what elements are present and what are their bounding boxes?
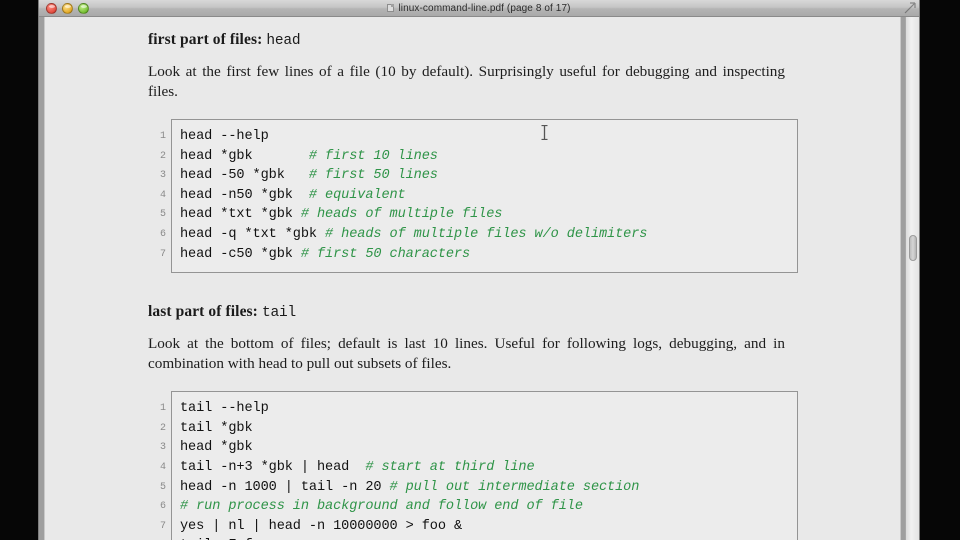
vertical-scrollbar[interactable] (905, 17, 919, 540)
section-tail: last part of files: tail Look at the bot… (148, 303, 798, 540)
line-number: 3 (159, 442, 166, 454)
code-line: head *gbk # first 10 lines (180, 148, 438, 164)
section-heading: first part of files: head (148, 31, 798, 49)
code-line: yes | nl | head -n 10000000 > foo & (180, 518, 463, 534)
maximize-button[interactable] (78, 3, 89, 14)
window-title-area: linux-command-line.pdf (page 8 of 17) (39, 3, 919, 14)
line-number: 6 (159, 228, 166, 240)
document-viewport[interactable]: first part of files: head Look at the fi… (39, 17, 919, 540)
code-line: head -50 *gbk # first 50 lines (180, 168, 438, 184)
line-number: 7 (159, 520, 166, 532)
section-heading-title: last part of files: (148, 303, 258, 321)
i-beam-text-cursor (541, 125, 548, 140)
code-content[interactable]: tail --help tail *gbk head *gbk tail -n+… (171, 391, 798, 540)
minimize-button[interactable] (62, 3, 73, 14)
line-number: 4 (159, 189, 166, 201)
code-line: tail --help (180, 401, 269, 417)
section-head: first part of files: head Look at the fi… (148, 31, 798, 274)
close-button[interactable] (46, 3, 57, 14)
line-number: 4 (159, 461, 166, 473)
code-comment: # run process in background and follow e… (180, 499, 583, 515)
line-number: 6 (159, 501, 166, 513)
page-content: first part of files: head Look at the fi… (148, 31, 798, 540)
pdf-viewer-window: linux-command-line.pdf (page 8 of 17) fi… (38, 0, 920, 540)
line-number: 1 (159, 403, 166, 415)
section-heading-command: tail (261, 305, 296, 322)
code-comment: # equivalent (308, 187, 406, 203)
window-title: linux-command-line.pdf (page 8 of 17) (398, 2, 571, 14)
code-line: head --help (180, 129, 269, 144)
scrollbar-thumb[interactable] (909, 235, 917, 261)
line-number: 3 (159, 170, 166, 182)
window-controls (46, 3, 89, 14)
code-block-head: 1 2 3 4 5 6 7 head --help head *gbk # fi… (148, 119, 798, 274)
line-number: 7 (159, 248, 166, 260)
code-comment: # start at third line (365, 459, 535, 475)
line-number: 5 (159, 481, 166, 493)
code-line: head *gbk (180, 440, 253, 456)
code-comment: # pull out intermediate section (389, 479, 640, 495)
code-line: head -q *txt *gbk # heads of multiple fi… (180, 226, 648, 242)
pdf-page: first part of files: head Look at the fi… (44, 17, 901, 540)
screen: linux-command-line.pdf (page 8 of 17) fi… (0, 0, 960, 540)
section-heading-command: head (266, 33, 301, 49)
code-line: tail *gbk (180, 420, 253, 436)
code-line: head *txt *gbk # heads of multiple files (180, 207, 503, 223)
section-paragraph: Look at the first few lines of a file (1… (148, 63, 785, 100)
section-paragraph: Look at the bottom of files; default is … (148, 335, 785, 373)
window-titlebar[interactable]: linux-command-line.pdf (page 8 of 17) (39, 0, 919, 17)
section-heading: last part of files: tail (148, 303, 798, 321)
code-line: head -n50 *gbk # equivalent (180, 187, 406, 203)
code-line: head -n 1000 | tail -n 20 # pull out int… (180, 479, 640, 495)
code-line: head -c50 *gbk # first 50 characters (180, 246, 471, 262)
code-line: tail -F foo (180, 536, 789, 540)
code-comment: # heads of multiple files w/o delimiters (325, 226, 648, 242)
code-comment: # heads of multiple files (300, 207, 503, 223)
section-heading-title: first part of files: (148, 31, 263, 48)
line-number-gutter: 1 2 3 4 5 6 7 8 (148, 391, 166, 540)
code-line: # run process in background and follow e… (180, 497, 789, 517)
line-number: 5 (159, 209, 166, 221)
code-comment: # first 10 lines (308, 148, 438, 164)
code-content[interactable]: head --help head *gbk # first 10 lines h… (171, 119, 798, 274)
line-number: 8 (148, 536, 166, 540)
code-comment: # first 50 lines (308, 168, 438, 184)
line-number: 1 (159, 131, 166, 142)
code-line: tail -n+3 *gbk | head # start at third l… (180, 459, 535, 475)
line-number: 2 (159, 150, 166, 162)
resize-grip-icon[interactable] (904, 2, 916, 14)
document-icon (387, 4, 395, 12)
code-block-tail: 1 2 3 4 5 6 7 8 tail --help (148, 391, 798, 540)
line-number: 2 (159, 422, 166, 434)
line-number-gutter: 1 2 3 4 5 6 7 (148, 119, 166, 273)
code-comment: # first 50 characters (300, 246, 471, 262)
